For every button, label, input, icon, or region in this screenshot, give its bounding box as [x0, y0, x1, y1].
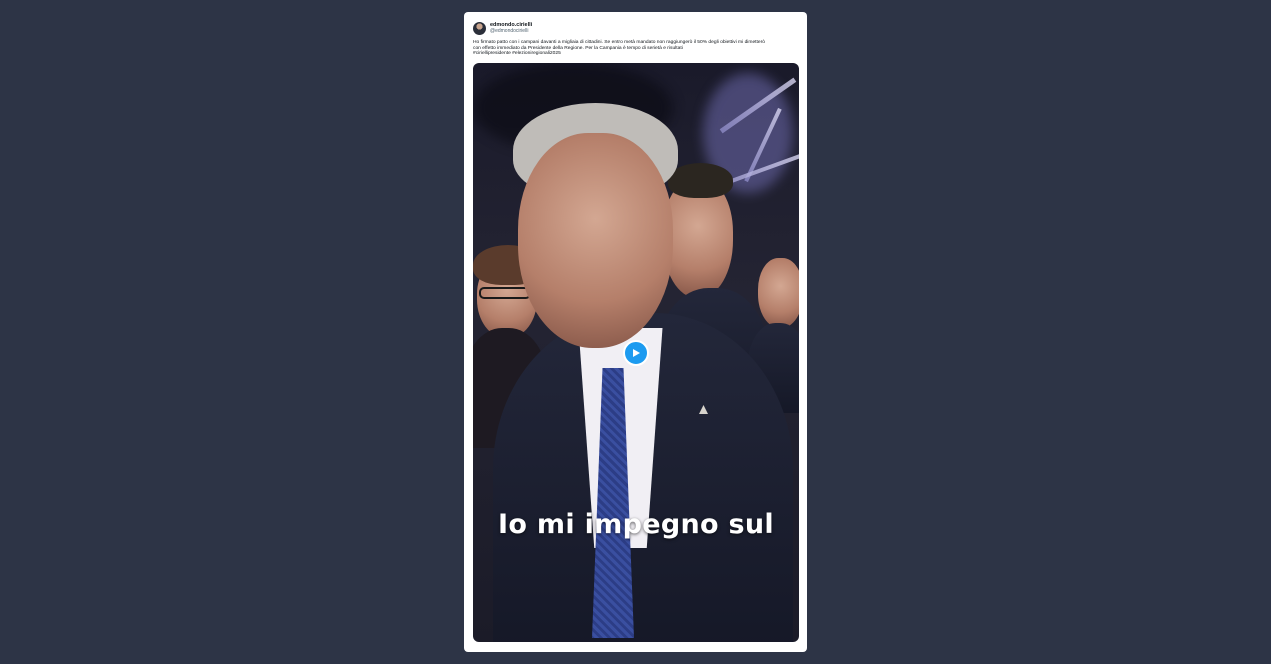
tweet-header: edmondo.cirielli @edmondocirielli: [473, 20, 532, 36]
tweet-text-line: Ho firmato patto con i campani davanti a…: [473, 40, 765, 45]
tweet-text: Ho firmato patto con i campani davanti a…: [473, 40, 798, 57]
author-handle[interactable]: @edmondocirielli: [490, 28, 532, 34]
tweet-card: edmondo.cirielli @edmondocirielli Ho fir…: [464, 12, 807, 652]
play-icon: [633, 349, 640, 357]
tweet-hashtags[interactable]: #ciriellipresidente #elezioniregionali20…: [473, 51, 798, 57]
main-person-face: [518, 133, 673, 348]
play-button[interactable]: [623, 340, 649, 366]
avatar[interactable]: [473, 21, 486, 35]
video-player[interactable]: Io mi impegno sul: [473, 63, 799, 642]
background-person-hair: [668, 163, 733, 198]
glasses: [479, 287, 531, 299]
video-caption: Io mi impegno sul: [498, 509, 774, 540]
author-names: edmondo.cirielli @edmondocirielli: [490, 22, 532, 34]
background-person-far-right: [758, 258, 799, 328]
